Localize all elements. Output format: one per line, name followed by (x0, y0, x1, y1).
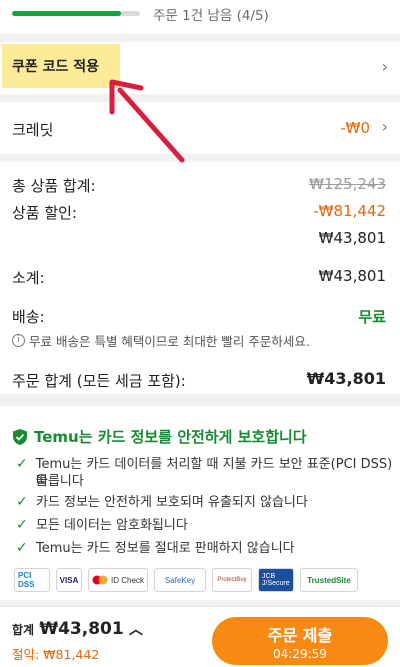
mastercard-idcheck-badge: ID Check (88, 568, 148, 592)
security-title-text: Temu는 카드 정보를 안전하게 보호합니다 (34, 428, 307, 446)
trustedsite-badge: TrustedSite (300, 568, 358, 592)
order-progress-text: 주문 1건 남음 (4/5) (153, 8, 269, 24)
pci-dss-badge: PCI DSS (14, 568, 50, 592)
idcheck-text: ID Check (111, 575, 144, 585)
order-progress-bar (12, 11, 140, 16)
coupon-label: 쿠폰 코드 적용 (12, 59, 100, 75)
credit-label: 크레딧 (12, 121, 54, 139)
submit-order-label: 주문 제출 (267, 626, 333, 645)
credit-value: -₩0 (340, 119, 370, 137)
security-item-text: 따릅니다 (36, 474, 84, 489)
security-item: ✓ 카드 정보는 안전하게 보호되며 유출되지 않습니다 (16, 494, 396, 511)
coupon-row[interactable]: 쿠폰 코드 적용 › (0, 42, 400, 94)
total-items-value: ₩125,243 (309, 175, 386, 193)
visa-badge: VISA (56, 568, 82, 592)
card-security-section: Temu는 카드 정보를 안전하게 보호합니다 ✓ Temu는 카드 데이터를 … (0, 406, 400, 600)
order-progress-fill (12, 11, 121, 16)
after-discount-value: ₩43,801 (318, 229, 386, 247)
check-icon: ✓ (16, 517, 28, 533)
jcb-badge: JCB J/Secure (258, 568, 294, 592)
total-items-label: 총 상품 합계: (12, 177, 96, 195)
checkout-bar: 합계 ₩43,801 ︿ 절약: ₩81,442 주문 제출 04:29:59 (0, 606, 400, 667)
shipping-value: 무료 (358, 308, 386, 326)
shipping-label: 배송: (12, 308, 45, 326)
chevron-up-icon: ︿ (128, 622, 143, 638)
submit-order-button[interactable]: 주문 제출 04:29:59 (212, 617, 388, 665)
countdown-timer: 04:29:59 (273, 647, 327, 661)
bottom-savings: 절약: ₩81,442 (12, 647, 100, 662)
discount-value: -₩81,442 (313, 202, 386, 220)
security-badges: PCI DSS VISA ID Check SafeKey ProtectBuy… (14, 568, 358, 592)
credit-row[interactable]: 크레딧 -₩0 › (0, 102, 400, 154)
security-item: ✓ Temu는 카드 정보를 절대로 판매하지 않습니다 (16, 540, 396, 557)
order-total-value: ₩43,801 (306, 369, 386, 388)
security-item-continued: 따릅니다 (16, 473, 396, 490)
safekey-badge: SafeKey (154, 568, 206, 592)
mastercard-icon (92, 575, 108, 585)
order-summary: 총 상품 합계: ₩125,243 상품 할인: -₩81,442 ₩43,80… (0, 162, 400, 394)
security-item-text: 카드 정보는 안전하게 보호되며 유출되지 않습니다 (36, 495, 308, 510)
protectbuy-badge: ProtectBuy (212, 568, 252, 592)
chevron-right-icon: › (381, 117, 388, 136)
subtotal-value: ₩43,801 (318, 267, 386, 285)
security-item-text: 모든 데이터는 암호화됩니다 (36, 518, 188, 533)
bottom-total-label: 합계 (12, 623, 35, 637)
shipping-note: i 무료 배송은 특별 혜택이므로 최대한 빨리 주문하세요. (12, 331, 310, 350)
progress-strip: 주문 1건 남음 (4/5) (0, 0, 400, 34)
bottom-total[interactable]: 합계 ₩43,801 ︿ (12, 619, 143, 639)
subtotal-label: 소계: (12, 269, 45, 287)
shipping-note-text: 무료 배송은 특별 혜택이므로 최대한 빨리 주문하세요. (29, 334, 310, 349)
chevron-right-icon: › (381, 57, 388, 76)
security-item: ✓ 모든 데이터는 암호화됩니다 (16, 517, 396, 534)
security-item-text: Temu는 카드 정보를 절대로 판매하지 않습니다 (36, 541, 295, 556)
bottom-total-value: ₩43,801 (39, 619, 124, 639)
check-icon: ✓ (16, 540, 28, 556)
discount-label: 상품 할인: (12, 204, 78, 222)
shield-check-icon (13, 428, 27, 445)
info-icon: i (12, 334, 25, 347)
order-total-label: 주문 합계 (모든 세금 포함): (12, 372, 186, 390)
security-title: Temu는 카드 정보를 안전하게 보호합니다 (12, 426, 307, 447)
check-icon: ✓ (16, 494, 28, 510)
